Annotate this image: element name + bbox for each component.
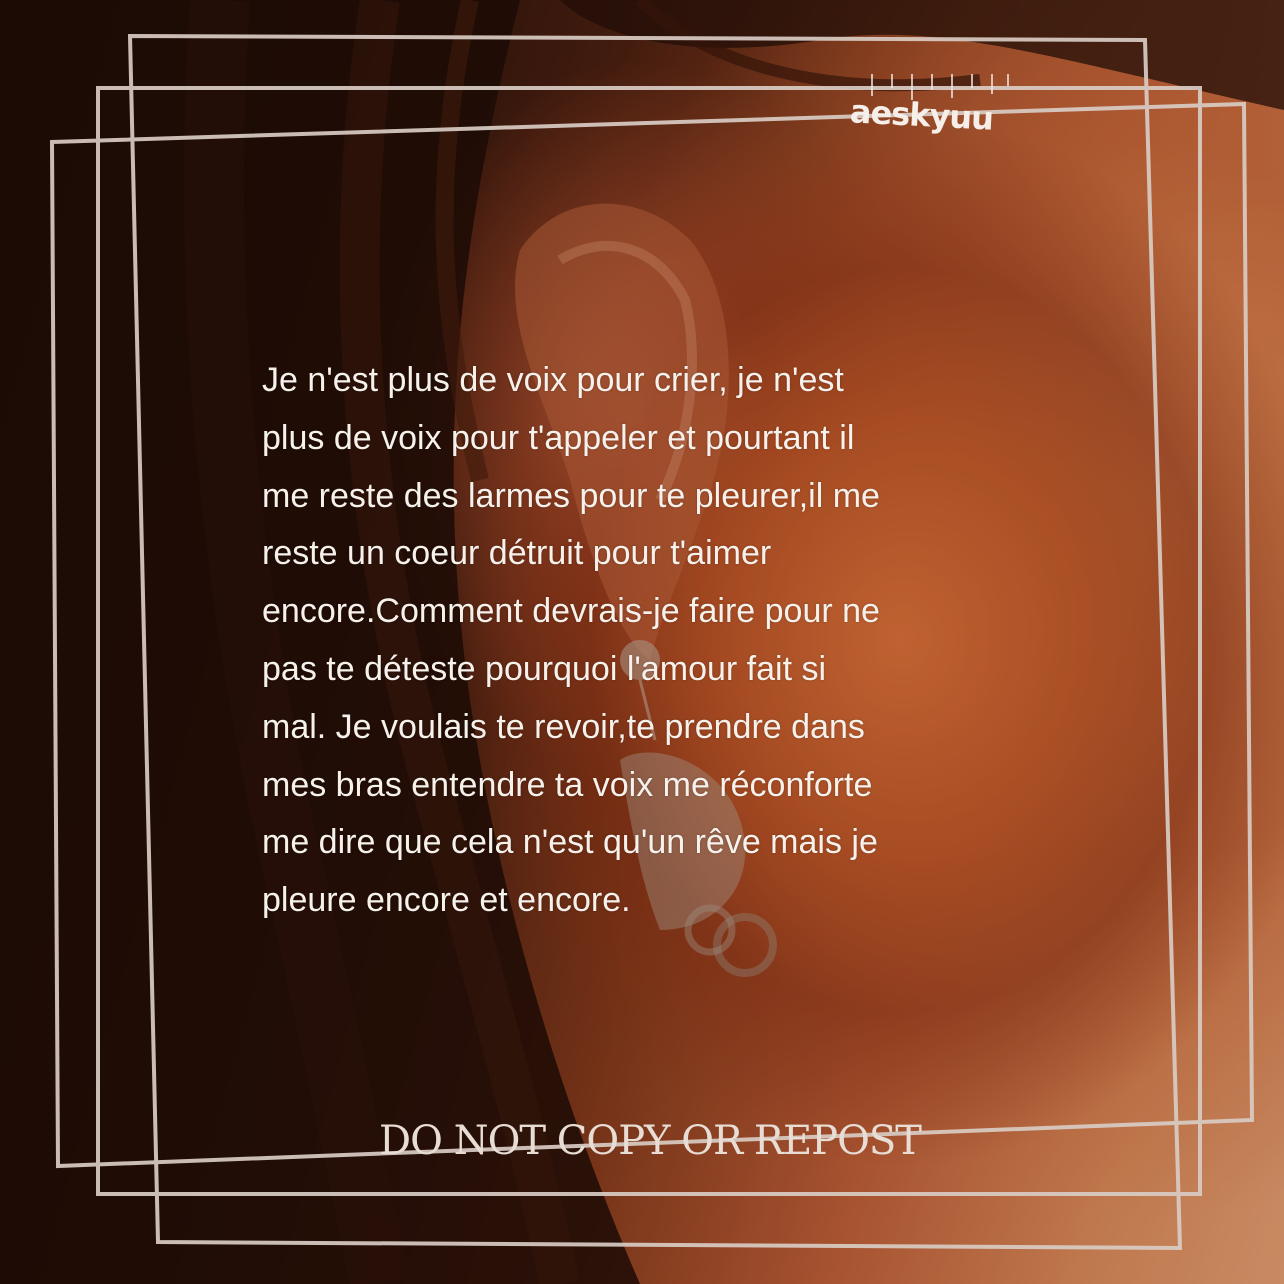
copy-notice: DO NOT COPY OR REPOST: [379, 1118, 922, 1164]
background-photo: aeskyuu Je n'est plus de voix pour crier…: [0, 0, 1284, 1284]
author-watermark: aeskyuu: [849, 92, 994, 138]
poem-text: Je n'est plus de voix pour crier, je n'e…: [262, 361, 880, 920]
